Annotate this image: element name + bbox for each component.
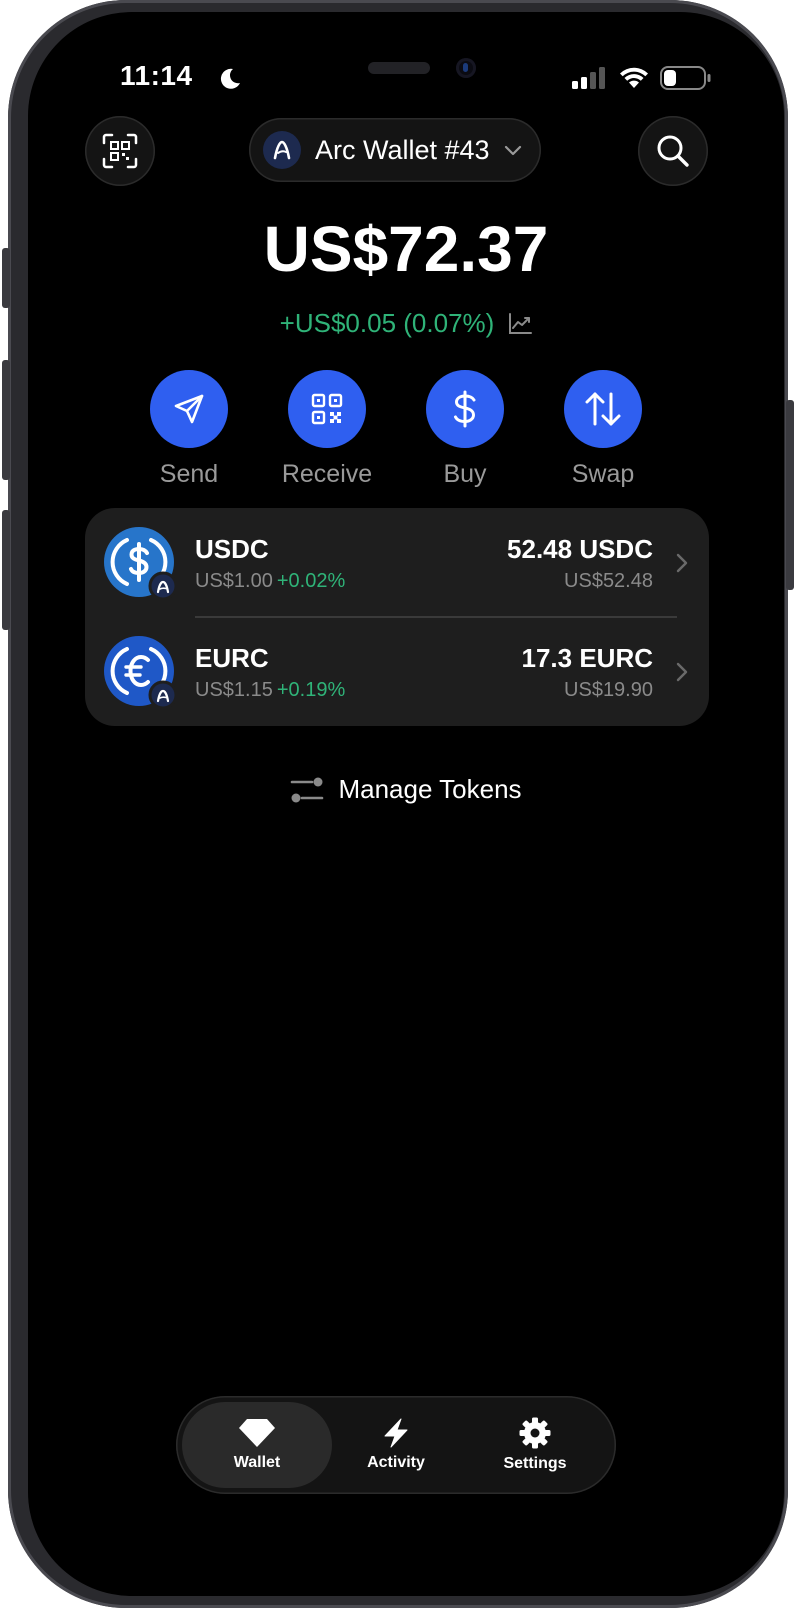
token-price: US$1.00 [195, 570, 273, 592]
silent-switch [2, 248, 10, 308]
qr-scan-icon [102, 133, 138, 169]
tab-label: Wallet [233, 1454, 281, 1471]
tab-wallet[interactable]: Wallet [182, 1402, 332, 1488]
token-row-usdc[interactable]: USDC US$1.00 +0.02% 52.48 USDC US$52.48 [85, 508, 709, 618]
search-button[interactable] [638, 116, 708, 186]
usdc-coin-icon [104, 527, 175, 598]
sliders-icon [291, 777, 324, 802]
token-symbol: USDC [195, 534, 269, 564]
manage-tokens-label: Manage Tokens [338, 774, 522, 804]
token-fiat-value: US$52.48 [564, 570, 653, 592]
token-change: +0.02% [276, 570, 346, 592]
token-price: US$1.15 [195, 679, 273, 701]
phone-frame: 11:14 Arc Wallet #43 US$72.37 +US$0.05 (… [2, 0, 794, 1608]
swap-button[interactable]: Swap [543, 370, 663, 489]
search-icon [657, 135, 689, 167]
send-label: Send [159, 460, 219, 488]
buy-label: Buy [443, 460, 487, 488]
total-balance: US$72.37 [263, 213, 549, 285]
gear-icon [519, 1417, 551, 1449]
chevron-right-icon [676, 553, 688, 573]
token-fiat-value: US$19.90 [564, 679, 653, 701]
front-camera [456, 58, 476, 78]
volume-down-button [2, 510, 10, 630]
token-list: USDC US$1.00+0.02% 52.48 USDC US$52.48 [85, 508, 709, 726]
send-icon [150, 370, 228, 448]
receive-button[interactable]: Receive [267, 370, 387, 489]
receive-label: Receive [281, 460, 373, 488]
dynamic-island [358, 50, 476, 86]
balance-change: +US$0.05 (0.07%) [279, 308, 495, 338]
chart-icon [509, 312, 533, 334]
eurc-coin-icon [104, 636, 175, 707]
wallet-selector[interactable]: Arc Wallet #43 [249, 118, 541, 182]
manage-tokens-button[interactable]: Manage Tokens [28, 774, 784, 805]
token-price-row: US$1.15 +0.19% [195, 679, 345, 702]
token-row-eurc[interactable]: EURC US$1.15 +0.19% 17.3 EURC US$19.90 [85, 617, 709, 726]
tab-activity[interactable]: Activity [321, 1402, 471, 1488]
chevron-right-icon [676, 662, 688, 682]
qr-code-icon [288, 370, 366, 448]
token-price-row: US$1.00 +0.02% [195, 570, 345, 593]
dollar-icon [426, 370, 504, 448]
token-symbol: EURC [195, 643, 269, 673]
swap-label: Swap [571, 460, 635, 488]
buy-button[interactable]: Buy [405, 370, 525, 489]
token-change: +0.19% [276, 679, 346, 701]
chevron-down-icon [504, 145, 521, 156]
moon-icon [220, 68, 240, 89]
cellular-signal-icon [572, 67, 605, 89]
tab-bar: Wallet Activity Settings [176, 1396, 616, 1494]
wallet-name: Arc Wallet #43 [315, 134, 490, 165]
battery-icon [660, 66, 711, 90]
arc-logo-icon [263, 131, 301, 169]
token-amount: 52.48 USDC [507, 534, 653, 564]
token-amount: 17.3 EURC [521, 643, 654, 673]
balance-change-row[interactable]: +US$0.05 (0.07%) [28, 308, 784, 339]
status-indicators [572, 66, 712, 90]
tab-settings[interactable]: Settings [460, 1402, 610, 1488]
status-time: 11:14 [120, 60, 193, 91]
lightning-icon [384, 1418, 408, 1448]
tab-label: Activity [367, 1454, 425, 1471]
wifi-icon [620, 67, 648, 88]
diamond-icon [239, 1419, 275, 1447]
power-button [786, 400, 794, 590]
swap-arrows-icon [564, 370, 642, 448]
island-speaker [368, 62, 430, 74]
app-screen: 11:14 Arc Wallet #43 US$72.37 +US$0.05 (… [28, 12, 784, 1596]
send-button[interactable]: Send [129, 370, 249, 489]
volume-up-button [2, 360, 10, 480]
scan-qr-button[interactable] [85, 116, 155, 186]
tab-label: Settings [503, 1455, 567, 1472]
